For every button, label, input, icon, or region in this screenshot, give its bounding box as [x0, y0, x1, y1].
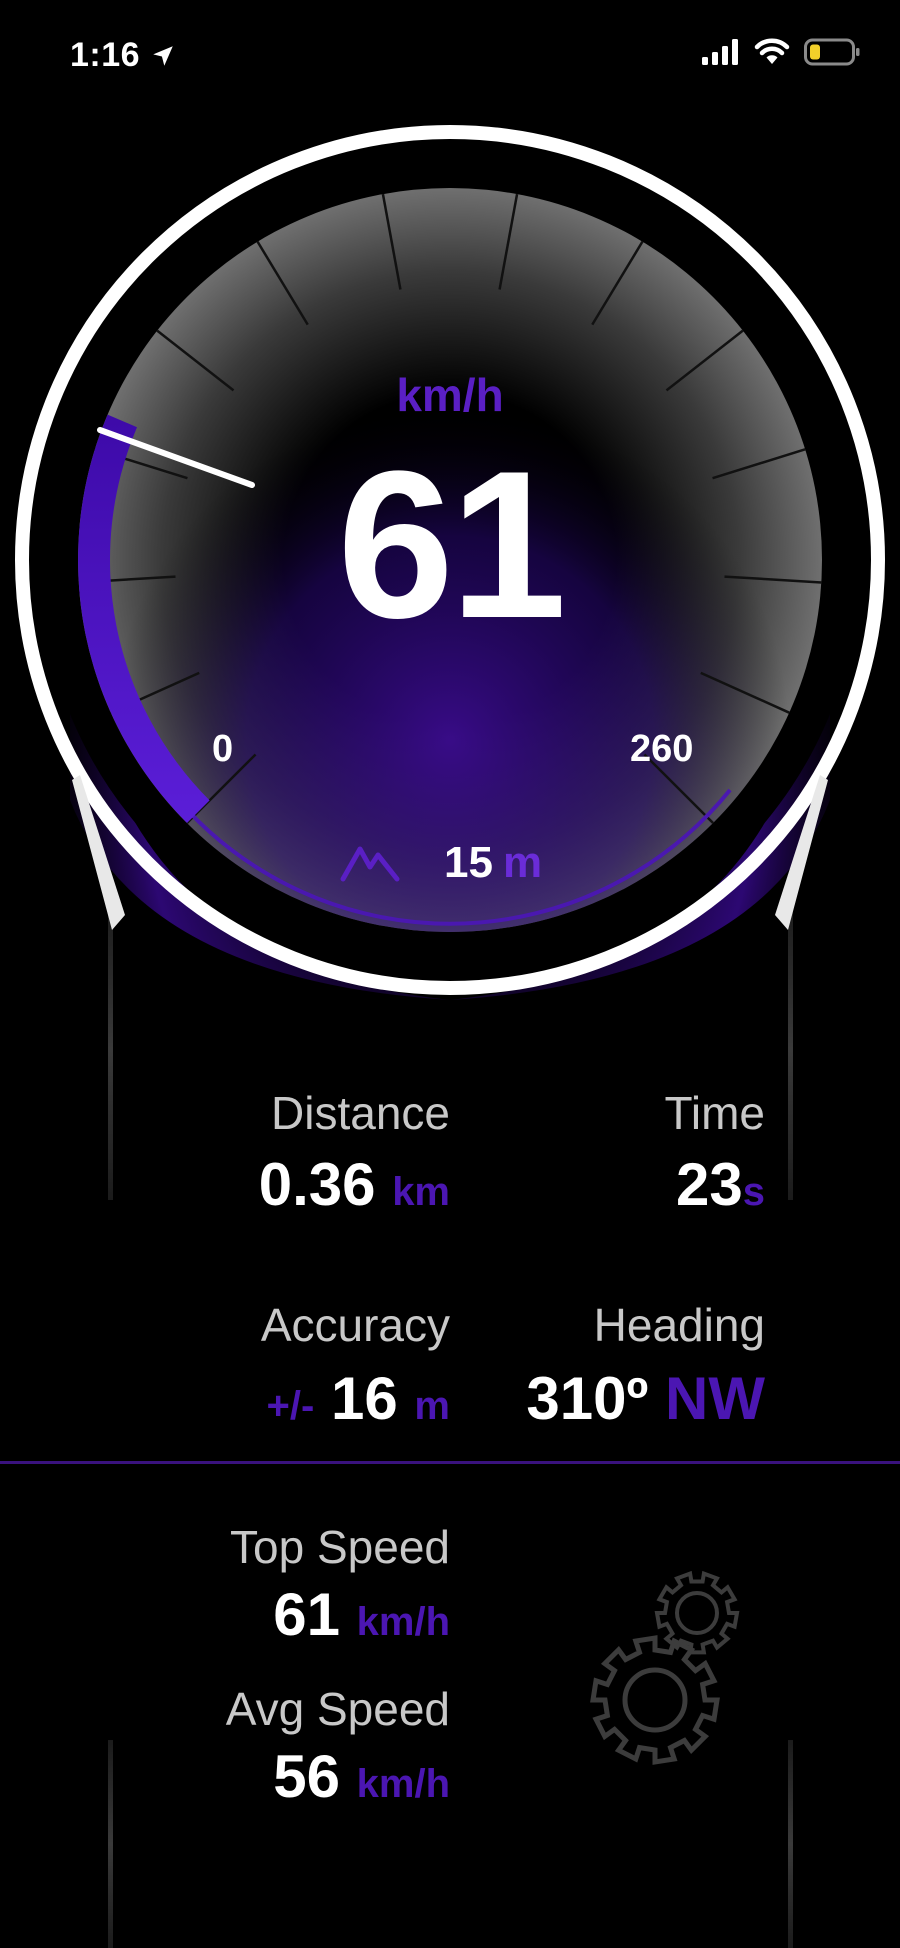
scale-min-label: 0 [212, 728, 234, 770]
distance-readout: 0.36 km [140, 1150, 450, 1219]
heading-readout: 310º NW [470, 1364, 765, 1433]
distance-label: Distance [271, 1087, 450, 1139]
altitude-readout: 15 m [340, 838, 542, 888]
mountain-icon [340, 846, 400, 882]
top-speed-unit: km/h [356, 1600, 450, 1644]
gear-icon[interactable] [585, 1565, 755, 1775]
avg-speed-readout: 56 km/h [140, 1742, 450, 1811]
right-rail-bottom [788, 1740, 793, 1948]
top-speed-value: 61 [273, 1581, 340, 1648]
section-divider [0, 1461, 900, 1464]
left-rail-bottom [108, 1740, 113, 1948]
cellular-signal-icon [702, 39, 738, 65]
time-readout: 23s [520, 1150, 765, 1219]
status-icons [702, 38, 860, 66]
scale-max-label: 260 [630, 728, 694, 770]
accuracy-readout: +/- 16 m [140, 1364, 450, 1433]
battery-icon [804, 38, 860, 66]
status-time-text: 1:16 [70, 36, 141, 74]
accuracy-prefix: +/- [266, 1384, 315, 1428]
accuracy-value: 16 [331, 1365, 398, 1432]
avg-speed-value: 56 [273, 1743, 340, 1810]
avg-speed-unit: km/h [356, 1762, 450, 1806]
top-speed-readout: 61 km/h [140, 1580, 450, 1649]
location-arrow-icon [153, 46, 173, 66]
altitude-value: 15 [444, 838, 493, 887]
current-speed: 61 [337, 427, 567, 662]
speed-unit-label: km/h [396, 369, 504, 421]
accuracy-label: Accuracy [260, 1299, 450, 1351]
distance-unit: km [392, 1170, 450, 1214]
time-label: Time [664, 1087, 765, 1139]
accuracy-unit: m [414, 1384, 450, 1428]
top-speed-label: Top Speed [230, 1521, 450, 1573]
heading-label: Heading [593, 1299, 765, 1351]
wifi-icon [754, 38, 790, 64]
altitude-unit: m [502, 838, 543, 887]
time-unit: s [742, 1170, 765, 1214]
avg-speed-label: Avg Speed [225, 1683, 450, 1735]
status-time: 1:16 [70, 36, 176, 75]
heading-value: 310º [526, 1365, 649, 1432]
heading-direction: NW [665, 1365, 765, 1432]
time-value: 23 [676, 1151, 743, 1218]
distance-value: 0.36 [258, 1151, 376, 1218]
